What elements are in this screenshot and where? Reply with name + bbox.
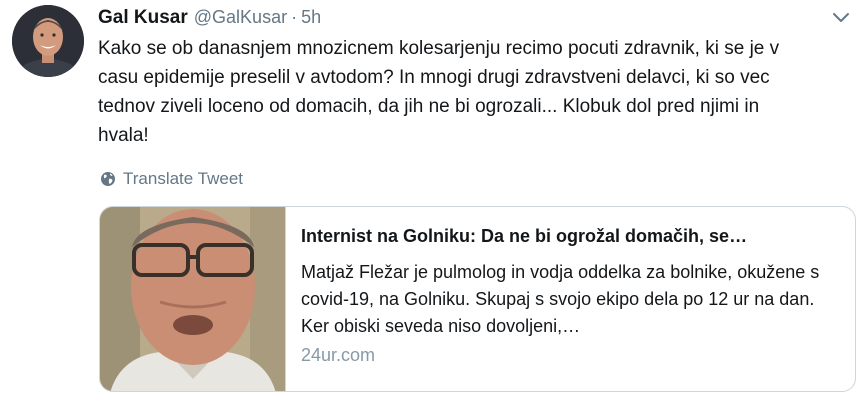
card-title: Internist na Golniku: Da ne bi ogrožal d… <box>301 226 748 246</box>
card-description: Matjaž Fležar je pulmolog in vodja oddel… <box>301 262 820 336</box>
chevron-down-icon[interactable] <box>831 10 851 26</box>
tweet-text: Kako se ob danasnjem mnozicnem kolesarje… <box>98 38 780 146</box>
translate-tweet-link[interactable]: Translate Tweet <box>100 168 243 190</box>
card-thumbnail <box>100 207 286 391</box>
separator-dot: · <box>291 7 298 27</box>
user-handle[interactable]: @GalKusar <box>194 7 287 28</box>
globe-icon <box>100 171 116 187</box>
card-domain: 24ur.com <box>301 345 376 365</box>
display-name[interactable]: Gal Kusar <box>98 7 188 29</box>
avatar[interactable] <box>12 5 84 77</box>
timestamp[interactable]: 5h <box>301 7 321 28</box>
translate-label: Translate Tweet <box>123 169 244 188</box>
card-body: Internist na Golniku: Da ne bi ogrožal d… <box>301 223 841 368</box>
link-card[interactable]: Internist na Golniku: Da ne bi ogrožal d… <box>99 206 856 392</box>
tweet-header: Gal Kusar @GalKusar · 5h <box>98 7 841 31</box>
